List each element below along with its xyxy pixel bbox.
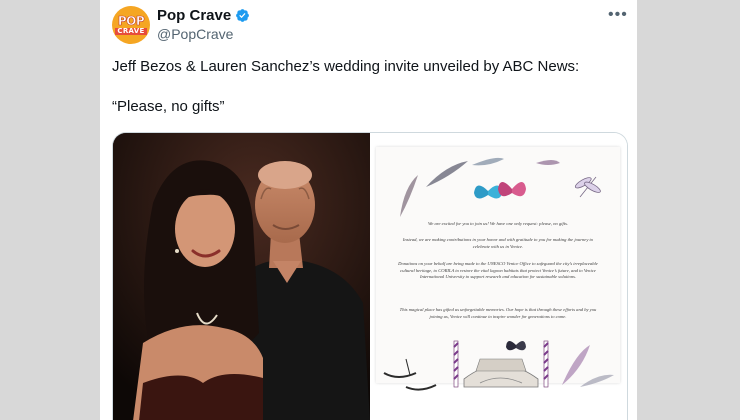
invitation-paragraph-4: This magical place has gifted us unforge… bbox=[399, 307, 597, 319]
invitation-paragraph-1: We are excited for you to join us! We ha… bbox=[427, 221, 569, 226]
author-display-name[interactable]: Pop Crave bbox=[157, 7, 231, 24]
invitation-bottom-illustration bbox=[383, 340, 614, 391]
couple-photo-illustration bbox=[113, 133, 370, 420]
author-name-row: Pop Crave bbox=[157, 7, 250, 24]
more-options-icon[interactable]: ••• bbox=[608, 6, 628, 24]
tweet-text: Jeff Bezos & Lauren Sanchez’s wedding in… bbox=[112, 57, 622, 117]
invitation-paragraph-2: Instead, we are making contributions in … bbox=[402, 237, 594, 249]
avatar-text-bottom: CRAVE bbox=[115, 27, 147, 35]
avatar-text-top: POP bbox=[117, 14, 145, 28]
invitation-card: We are excited for you to join us! We ha… bbox=[376, 147, 620, 391]
invitation-top-illustration bbox=[400, 157, 601, 217]
wedding-invitation-image[interactable]: We are excited for you to join us! We ha… bbox=[370, 133, 627, 420]
tweet-media[interactable]: We are excited for you to join us! We ha… bbox=[112, 132, 628, 420]
invitation-paragraph-3: Donations on your behalf are being made … bbox=[398, 261, 598, 280]
tweet-text-line: Jeff Bezos & Lauren Sanchez’s wedding in… bbox=[112, 58, 580, 75]
author-handle[interactable]: @PopCrave bbox=[157, 26, 233, 42]
avatar-logo: POP CRAVE bbox=[115, 14, 147, 35]
verified-badge-icon bbox=[236, 9, 250, 22]
tweet-text-quote: “Please, no gifts” bbox=[112, 98, 225, 115]
couple-photo[interactable] bbox=[113, 133, 370, 420]
tweet-card: POP CRAVE Pop Crave @PopCrave ••• Jeff B… bbox=[100, 0, 637, 420]
avatar[interactable]: POP CRAVE bbox=[112, 6, 150, 44]
